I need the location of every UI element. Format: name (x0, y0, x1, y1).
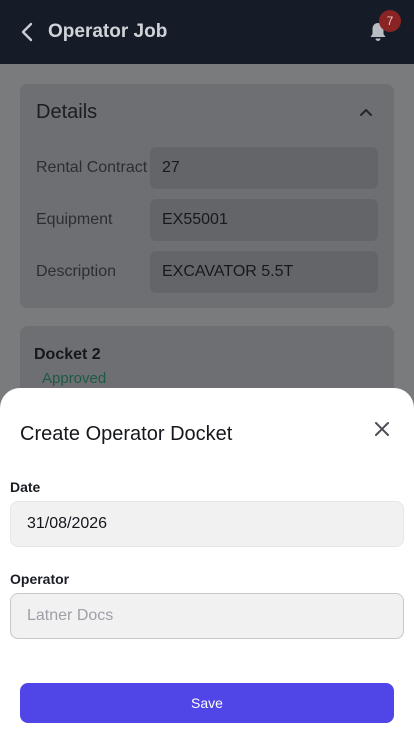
details-card: Details Rental Contract 27 Equipment EX5… (20, 84, 394, 308)
app-header: Operator Job 7 (0, 0, 414, 64)
date-label: Date (10, 479, 41, 495)
docket-title: Docket 2 (34, 346, 101, 363)
rental-contract-value: 27 (150, 147, 378, 189)
rental-contract-label: Rental Contract (36, 159, 148, 176)
modal-title: Create Operator Docket (20, 423, 233, 445)
description-label: Description (36, 263, 117, 280)
equipment-value: EX55001 (150, 199, 378, 241)
equipment-label: Equipment (36, 211, 113, 228)
create-docket-modal: Create Operator Docket Date 31/08/2026 O… (0, 388, 414, 740)
chevron-up-icon[interactable] (356, 102, 376, 122)
notification-badge: 7 (379, 10, 401, 32)
operator-label: Operator (10, 571, 70, 587)
date-field[interactable]: 31/08/2026 (10, 501, 404, 547)
back-arrow-icon[interactable] (16, 20, 40, 44)
details-title: Details (36, 101, 98, 123)
status-badge: Approved (42, 370, 107, 387)
operator-input[interactable] (10, 593, 404, 639)
description-value: EXCAVATOR 5.5T (150, 251, 378, 293)
close-icon[interactable] (372, 419, 392, 439)
page-title: Operator Job (48, 21, 168, 42)
save-button[interactable]: Save (20, 683, 394, 723)
